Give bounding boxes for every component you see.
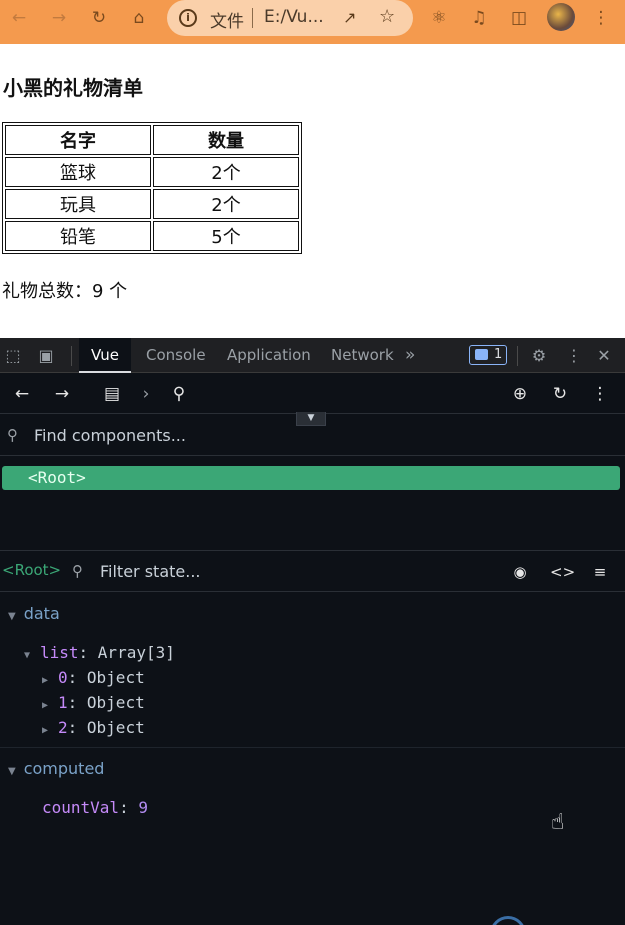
avatar[interactable]	[547, 3, 575, 31]
item-key: 0	[58, 668, 68, 687]
list-item[interactable]: ▶ 0: Object	[42, 668, 145, 687]
home-icon[interactable]: ⌂	[128, 7, 150, 29]
back-icon[interactable]: ←	[11, 383, 33, 405]
selected-component-tag: <Root>	[2, 561, 62, 579]
computed-key: countVal	[42, 798, 120, 817]
search-icon: ⚲	[7, 426, 18, 444]
menu-icon[interactable]: ⋮	[590, 7, 612, 29]
cell-quantity: 2个	[153, 189, 299, 219]
collapse-triangle-icon: ▼	[8, 766, 16, 777]
page-title: 小黑的礼物清单	[3, 76, 143, 100]
refresh-icon[interactable]: ↻	[549, 383, 571, 405]
tab-vue[interactable]: Vue	[79, 338, 131, 373]
list-value: Array[3]	[97, 643, 175, 662]
floating-button-icon[interactable]	[490, 916, 526, 925]
separator	[517, 346, 518, 366]
more-options-icon[interactable]: ⋮	[589, 383, 611, 405]
info-icon[interactable]: i	[179, 9, 197, 27]
data-section-header[interactable]: ▼ data	[8, 604, 60, 623]
component-tree-item-root[interactable]: <Root>	[2, 466, 620, 490]
more-tabs-icon[interactable]: »	[405, 338, 415, 373]
issues-count: 1	[494, 347, 503, 362]
cell-quantity: 2个	[153, 157, 299, 187]
device-toolbar-icon[interactable]: ▣	[36, 346, 56, 366]
computed-section-header[interactable]: ▼ computed	[8, 759, 104, 778]
collapse-triangle-icon: ▼	[8, 611, 16, 622]
header-name: 名字	[5, 125, 151, 155]
tab-console[interactable]: Console	[146, 338, 206, 373]
computed-section-label: computed	[23, 759, 105, 778]
devtools-tabbar: ⬚ ▣ Vue Console Application Network » 1 …	[0, 338, 625, 373]
extensions-icon[interactable]: ⚛	[428, 7, 450, 29]
tab-network[interactable]: Network	[331, 338, 394, 373]
item-key: 2	[58, 718, 68, 737]
cell-name: 玩具	[5, 189, 151, 219]
code-icon[interactable]: <>	[550, 562, 575, 582]
item-value: Object	[86, 693, 145, 712]
item-value: Object	[86, 718, 145, 737]
url-text[interactable]: E:/Vu...	[264, 7, 324, 27]
hand-cursor-icon: ☝	[551, 810, 565, 835]
sidepanel-icon[interactable]: ◫	[508, 7, 530, 29]
separator	[71, 346, 72, 366]
total-count: 礼物总数：9 个	[2, 281, 128, 302]
devtools-panel: ⬚ ▣ Vue Console Application Network » 1 …	[0, 338, 625, 925]
page-content: 小黑的礼物清单 名字 数量 篮球 2个 玩具 2个 铅笔 5个 礼物总数：9 个	[0, 44, 625, 338]
back-icon[interactable]: ←	[8, 7, 30, 29]
separator	[252, 8, 253, 28]
table-row: 铅笔 5个	[5, 221, 299, 251]
gift-table: 名字 数量 篮球 2个 玩具 2个 铅笔 5个	[2, 122, 302, 254]
collapsed-triangle-icon: ▶	[42, 700, 49, 711]
search-icon: ⚲	[72, 562, 83, 580]
gear-icon[interactable]: ⚙	[529, 346, 549, 366]
address-bar[interactable]: i 文件 E:/Vu... ↗ ☆	[167, 0, 413, 36]
kebab-menu-icon[interactable]: ⋮	[564, 346, 584, 366]
table-row: 玩具 2个	[5, 189, 299, 219]
expand-all-icon[interactable]: ≡	[590, 562, 610, 582]
data-section-label: data	[23, 604, 60, 623]
list-property[interactable]: ▼ list: Array[3]	[24, 643, 175, 662]
divider	[0, 747, 625, 748]
table-row: 篮球 2个	[5, 157, 299, 187]
issues-badge[interactable]: 1	[469, 345, 507, 365]
cell-name: 铅笔	[5, 221, 151, 251]
message-icon	[475, 349, 488, 360]
select-component-icon[interactable]: ⊕	[509, 383, 531, 405]
cell-quantity: 5个	[153, 221, 299, 251]
component-name: <Root>	[28, 468, 86, 487]
scroll-to-component-icon[interactable]: ◉	[510, 562, 530, 582]
reload-icon[interactable]: ↻	[88, 7, 110, 29]
tab-application[interactable]: Application	[227, 338, 311, 373]
close-icon[interactable]: ✕	[594, 346, 614, 366]
share-icon[interactable]: ↗	[343, 8, 356, 27]
cell-name: 篮球	[5, 157, 151, 187]
chevron-right-icon: ›	[142, 384, 150, 404]
computed-value: 9	[138, 798, 148, 817]
filter-state-input[interactable]: Filter state...	[100, 562, 201, 581]
inspect-element-icon[interactable]: ⬚	[3, 346, 23, 366]
item-value: Object	[86, 668, 145, 687]
state-inspector-header: <Root> ⚲ Filter state... ◉ <> ≡	[0, 550, 625, 592]
browser-toolbar: ← → ↻ ⌂ i 文件 E:/Vu... ↗ ☆ ⚛ ♫ ◫ ⋮	[0, 0, 625, 44]
item-key: 1	[58, 693, 68, 712]
collapsed-triangle-icon: ▶	[42, 725, 49, 736]
computed-property[interactable]: countVal: 9	[42, 798, 148, 817]
list-item[interactable]: ▶ 1: Object	[42, 693, 145, 712]
forward-icon[interactable]: →	[48, 7, 70, 29]
component-tree-icon[interactable]: ⚲	[168, 383, 190, 405]
app-selector-icon[interactable]: ▤	[101, 383, 123, 405]
scheme-label: 文件	[210, 12, 244, 32]
list-key: list	[40, 643, 79, 662]
search-input[interactable]: Find components...	[34, 426, 186, 445]
vue-toolbar: ← → ▤ › ⚲ ⊕ ↻ ⋮	[0, 373, 625, 414]
forward-icon[interactable]: →	[51, 383, 73, 405]
header-quantity: 数量	[153, 125, 299, 155]
expand-triangle-icon: ▼	[24, 650, 31, 661]
media-icon[interactable]: ♫	[468, 7, 490, 29]
list-item[interactable]: ▶ 2: Object	[42, 718, 145, 737]
bookmark-star-icon[interactable]: ☆	[379, 6, 395, 27]
collapsed-triangle-icon: ▶	[42, 675, 49, 686]
component-search[interactable]: ⚲ Find components...	[0, 416, 625, 456]
